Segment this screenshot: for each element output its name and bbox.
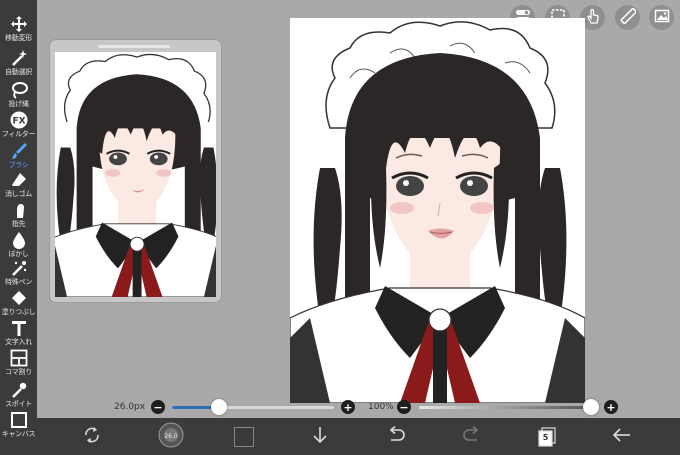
tool-label: 投げ縄 <box>8 100 29 108</box>
undo-button[interactable] <box>379 418 413 455</box>
image-button[interactable] <box>649 5 674 30</box>
fx-icon: FX <box>9 110 29 130</box>
magic-wand-icon <box>9 48 29 68</box>
lasso-icon <box>9 80 29 100</box>
drawing-canvas[interactable] <box>290 18 585 403</box>
tool-canvas[interactable]: キャンバス <box>0 410 37 444</box>
layer-count: 5 <box>542 432 549 442</box>
image-icon <box>654 8 670 28</box>
navigator-preview <box>55 52 216 297</box>
tool-eraser[interactable]: 消しゴム <box>0 170 37 204</box>
tool-label: 塗りつぶし <box>1 308 36 316</box>
redo-button[interactable] <box>455 418 489 455</box>
special-pen-icon <box>9 258 29 278</box>
color-swatch <box>234 426 254 447</box>
navigator-drag-handle[interactable] <box>98 45 170 48</box>
ruler-button[interactable] <box>615 5 640 30</box>
brush-preview-size: 26.0 <box>164 433 178 440</box>
tool-fill[interactable]: 塗りつぶし <box>0 288 37 322</box>
brush-size-slider[interactable] <box>172 406 334 409</box>
tool-label: 自動選択 <box>5 68 32 76</box>
tool-special-pen[interactable]: 特殊ペン <box>0 258 37 292</box>
tool-label: フィルター <box>1 130 36 138</box>
tool-panel[interactable]: コマ割り <box>0 348 37 382</box>
tool-palette: 移動変形 自動選択 投げ縄 FX フィルター ブラシ 消しゴム 指先 ぼかし 特… <box>0 0 37 455</box>
minus-icon: − <box>399 400 409 414</box>
svg-text:FX: FX <box>12 117 25 127</box>
download-button[interactable] <box>303 418 337 455</box>
undo-icon <box>386 425 406 448</box>
color-button[interactable] <box>227 418 261 455</box>
layers-button[interactable]: 5 <box>530 418 564 455</box>
brush-size-label: 26.0px <box>114 402 146 412</box>
panel-icon <box>9 348 29 368</box>
brush-preview-button[interactable]: 26.0 <box>154 418 188 455</box>
ruler-icon <box>620 7 637 28</box>
plus-icon: + <box>343 400 353 414</box>
tool-label: 移動変形 <box>5 34 32 42</box>
tool-label: 文字入れ <box>5 338 32 346</box>
tool-magic-wand[interactable]: 自動選択 <box>0 48 37 82</box>
brush-size-thumb[interactable] <box>210 399 227 415</box>
tool-label: 特殊ペン <box>5 278 32 286</box>
smudge-icon <box>9 200 29 220</box>
back-arrow-icon <box>612 426 632 448</box>
back-button[interactable] <box>605 418 639 455</box>
tool-label: キャンバス <box>1 430 36 438</box>
tool-label: スポイト <box>5 400 32 408</box>
download-arrow-icon <box>311 425 329 449</box>
eraser-icon <box>9 170 29 190</box>
brush-size-increase-button[interactable]: + <box>341 400 355 414</box>
opacity-slider[interactable] <box>419 406 591 409</box>
tool-label: ぼかし <box>8 250 29 258</box>
fill-bucket-icon <box>9 288 29 308</box>
transform-button[interactable] <box>75 418 109 455</box>
brush-icon <box>9 141 29 161</box>
tool-label: コマ割り <box>5 368 32 376</box>
redo-icon <box>462 425 482 448</box>
tool-label: ブラシ <box>8 161 29 169</box>
tool-smudge[interactable]: 指先 <box>0 200 37 234</box>
tool-eyedropper[interactable]: スポイト <box>0 380 37 414</box>
plus-icon: + <box>606 400 616 414</box>
minus-icon: − <box>153 400 163 414</box>
bottom-toolbar: 26.0 5 <box>37 418 680 455</box>
transform-icon <box>82 425 102 449</box>
brush-size-decrease-button[interactable]: − <box>151 400 165 414</box>
eyedropper-icon <box>9 380 29 400</box>
opacity-label: 100% <box>368 402 394 412</box>
layers-icon: 5 <box>538 426 556 447</box>
opacity-thumb[interactable] <box>583 399 599 415</box>
opacity-increase-button[interactable]: + <box>604 400 618 414</box>
tool-filter[interactable]: FX フィルター <box>0 110 37 144</box>
tool-lasso[interactable]: 投げ縄 <box>0 80 37 114</box>
canvas-icon <box>9 410 29 430</box>
tool-text[interactable]: 文字入れ <box>0 318 37 352</box>
tool-label: 指先 <box>11 220 26 228</box>
navigator-window[interactable] <box>50 40 221 302</box>
move-icon <box>9 14 29 34</box>
tool-move-transform[interactable]: 移動変形 <box>0 14 37 48</box>
opacity-decrease-button[interactable]: − <box>397 400 411 414</box>
blur-drop-icon <box>9 230 29 250</box>
hand-icon <box>585 8 601 28</box>
text-icon <box>9 318 29 338</box>
tool-label: 消しゴム <box>5 190 32 198</box>
